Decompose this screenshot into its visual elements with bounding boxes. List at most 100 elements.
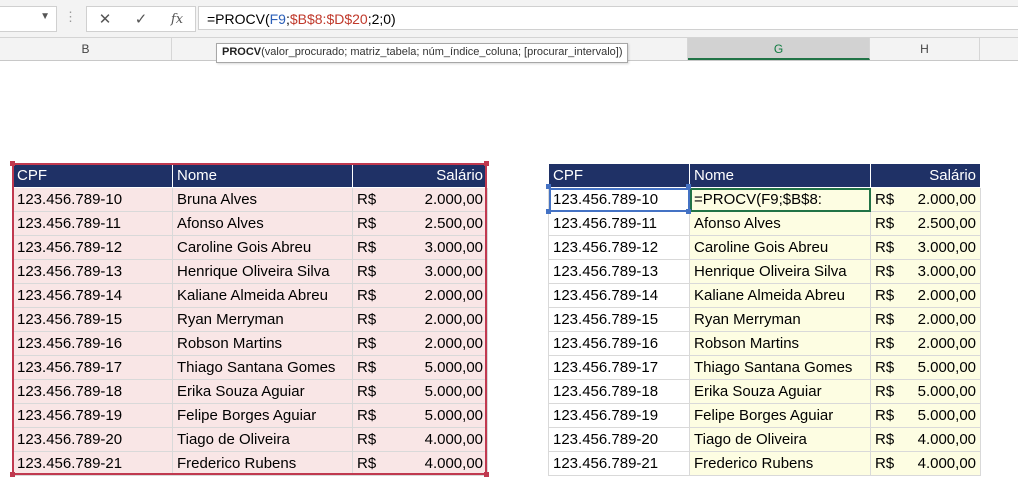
cell-salario[interactable]: R$ 2.000,00: [352, 307, 488, 332]
cell-salario[interactable]: R$ 4.000,00: [870, 451, 981, 476]
cell-cpf[interactable]: 123.456.789-10: [12, 187, 173, 212]
cell-nome[interactable]: Tiago de Oliveira: [689, 427, 871, 452]
cell-cpf[interactable]: 123.456.789-20: [12, 427, 173, 452]
currency-symbol: R$: [875, 431, 895, 448]
cell-cpf[interactable]: 123.456.789-10: [548, 187, 690, 212]
cell-cpf[interactable]: 123.456.789-21: [12, 451, 173, 476]
insert-function-icon[interactable]: fx: [162, 12, 192, 27]
cell-cpf[interactable]: 123.456.789-13: [12, 259, 173, 284]
cell-nome[interactable]: Thiago Santana Gomes: [172, 355, 353, 380]
cell-salario[interactable]: R$ 5.000,00: [352, 379, 488, 404]
reference-handle[interactable]: [546, 184, 551, 189]
cell-salario[interactable]: R$ 5.000,00: [870, 379, 981, 404]
cell-salario[interactable]: R$ 2.000,00: [352, 331, 488, 356]
cell-salario[interactable]: R$ 5.000,00: [870, 355, 981, 380]
cell-salario[interactable]: R$ 3.000,00: [870, 235, 981, 260]
reference-handle[interactable]: [546, 209, 551, 214]
reference-handle[interactable]: [686, 184, 691, 189]
column-header-b[interactable]: B: [0, 38, 172, 60]
cell-nome[interactable]: Felipe Borges Aguiar: [689, 403, 871, 428]
cell-salario[interactable]: R$ 4.000,00: [352, 451, 488, 476]
cell-cpf[interactable]: 123.456.789-18: [548, 379, 690, 404]
cell-nome[interactable]: Robson Martins: [689, 331, 871, 356]
header-salario[interactable]: Salário: [352, 163, 488, 188]
cell-nome[interactable]: Henrique Oliveira Silva: [172, 259, 353, 284]
tooltip-function-name[interactable]: PROCV: [222, 46, 261, 58]
cell-salario[interactable]: R$ 5.000,00: [352, 355, 488, 380]
column-header-g[interactable]: G: [688, 38, 870, 60]
more-options-icon[interactable]: ⋮: [64, 9, 77, 25]
function-arguments-tooltip: PROCV(valor_procurado; matriz_tabela; nú…: [216, 43, 629, 63]
cell-nome[interactable]: Felipe Borges Aguiar: [172, 403, 353, 428]
cell-salario[interactable]: R$ 2.000,00: [870, 331, 981, 356]
cell-nome[interactable]: Erika Souza Aguiar: [689, 379, 871, 404]
cell-nome[interactable]: Frederico Rubens: [172, 451, 353, 476]
cell-nome[interactable]: Caroline Gois Abreu: [172, 235, 353, 260]
cell-nome[interactable]: Henrique Oliveira Silva: [689, 259, 871, 284]
cell-cpf[interactable]: 123.456.789-18: [12, 379, 173, 404]
reference-handle[interactable]: [686, 209, 691, 214]
cell-salario[interactable]: R$ 2.500,00: [352, 211, 488, 236]
header-salario[interactable]: Salário: [870, 163, 981, 188]
table-row: 123.456.789-20 Tiago de Oliveira R$ 4.000,0…: [12, 427, 488, 452]
cell-nome[interactable]: Ryan Merryman: [172, 307, 353, 332]
cell-cpf[interactable]: 123.456.789-16: [548, 331, 690, 356]
formula-input[interactable]: =PROCV(F9;$B$8:$D$20;2;0): [198, 6, 1018, 30]
cell-nome[interactable]: Erika Souza Aguiar: [172, 379, 353, 404]
cell-nome[interactable]: Bruna Alves: [172, 187, 353, 212]
cell-nome[interactable]: Kaliane Almeida Abreu: [689, 283, 871, 308]
header-nome[interactable]: Nome: [689, 163, 871, 188]
cell-cpf[interactable]: 123.456.789-15: [12, 307, 173, 332]
cell-nome[interactable]: Robson Martins: [172, 331, 353, 356]
cell-salario[interactable]: R$ 2.000,00: [352, 187, 488, 212]
cell-salario[interactable]: R$ 2.500,00: [870, 211, 981, 236]
cell-nome[interactable]: Tiago de Oliveira: [172, 427, 353, 452]
cell-cpf[interactable]: 123.456.789-15: [548, 307, 690, 332]
cell-cpf[interactable]: 123.456.789-12: [12, 235, 173, 260]
cell-cpf[interactable]: 123.456.789-19: [548, 403, 690, 428]
enter-icon[interactable]: ✓: [126, 10, 156, 28]
name-box[interactable]: ▼: [0, 6, 57, 32]
header-cpf[interactable]: CPF: [548, 163, 690, 188]
cell-nome[interactable]: Kaliane Almeida Abreu: [172, 283, 353, 308]
cell-salario[interactable]: R$ 3.000,00: [352, 259, 488, 284]
cell-nome[interactable]: Afonso Alves: [689, 211, 871, 236]
cell-salario[interactable]: R$ 3.000,00: [352, 235, 488, 260]
cell-salario[interactable]: R$ 5.000,00: [352, 403, 488, 428]
cell-cpf[interactable]: 123.456.789-20: [548, 427, 690, 452]
cell-cpf[interactable]: 123.456.789-16: [12, 331, 173, 356]
cell-cpf[interactable]: 123.456.789-11: [548, 211, 690, 236]
lookup-result-table: CPF Nome Salário 123.456.789-10 =PROCV(F9…: [548, 163, 981, 476]
cell-salario[interactable]: R$ 3.000,00: [870, 259, 981, 284]
cell-salario[interactable]: R$ 2.000,00: [870, 283, 981, 308]
column-header-i[interactable]: [980, 38, 1018, 60]
cell-salario[interactable]: R$ 2.000,00: [870, 187, 981, 212]
cancel-icon[interactable]: ✕: [90, 10, 120, 28]
cell-cpf[interactable]: 123.456.789-21: [548, 451, 690, 476]
cell-cpf[interactable]: 123.456.789-14: [12, 283, 173, 308]
cell-salario[interactable]: R$ 5.000,00: [870, 403, 981, 428]
cell-nome[interactable]: Thiago Santana Gomes: [689, 355, 871, 380]
currency-value: R$ 4.000,00: [357, 455, 483, 472]
header-nome[interactable]: Nome: [172, 163, 353, 188]
cell-salario[interactable]: R$ 2.000,00: [352, 283, 488, 308]
cell-cpf[interactable]: 123.456.789-17: [548, 355, 690, 380]
cell-nome[interactable]: Caroline Gois Abreu: [689, 235, 871, 260]
cell-cpf[interactable]: 123.456.789-17: [12, 355, 173, 380]
cell-nome[interactable]: Ryan Merryman: [689, 307, 871, 332]
cell-nome[interactable]: Afonso Alves: [172, 211, 353, 236]
column-header-h[interactable]: H: [870, 38, 980, 60]
cell-cpf[interactable]: 123.456.789-14: [548, 283, 690, 308]
cell-salario[interactable]: R$ 4.000,00: [870, 427, 981, 452]
chevron-down-icon[interactable]: ▼: [40, 11, 50, 22]
header-cpf[interactable]: CPF: [12, 163, 173, 188]
cell-cpf[interactable]: 123.456.789-11: [12, 211, 173, 236]
cell-nome-editing[interactable]: =PROCV(F9;$B$8:: [689, 187, 871, 212]
cell-cpf[interactable]: 123.456.789-12: [548, 235, 690, 260]
cell-cpf[interactable]: 123.456.789-19: [12, 403, 173, 428]
cell-cpf[interactable]: 123.456.789-13: [548, 259, 690, 284]
currency-symbol: R$: [357, 263, 377, 280]
cell-nome[interactable]: Frederico Rubens: [689, 451, 871, 476]
cell-salario[interactable]: R$ 4.000,00: [352, 427, 488, 452]
cell-salario[interactable]: R$ 2.000,00: [870, 307, 981, 332]
